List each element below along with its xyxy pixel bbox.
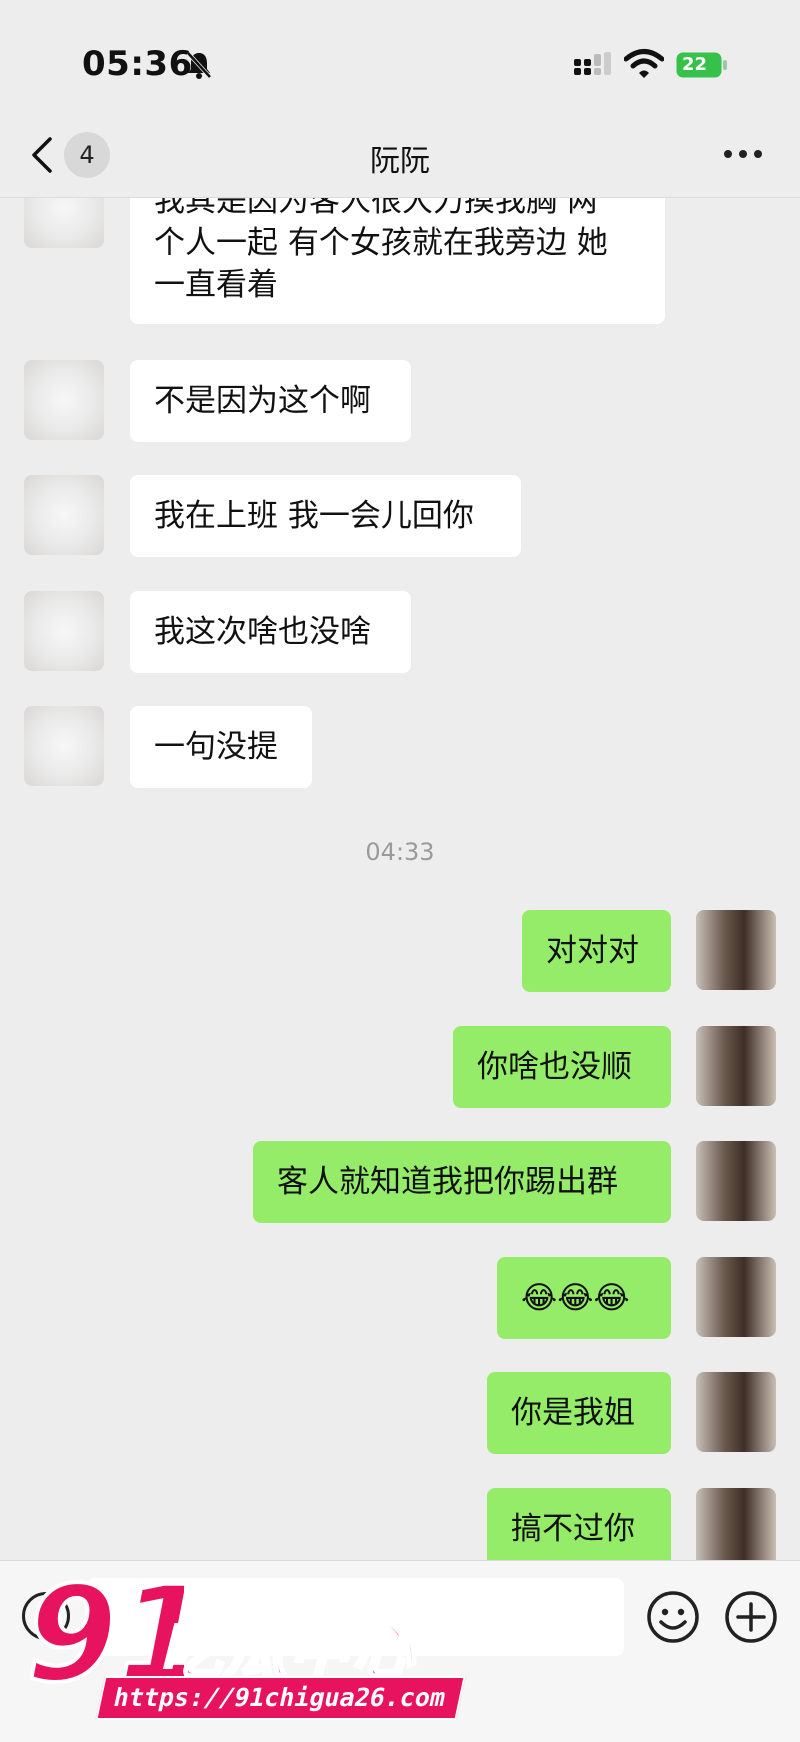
plus-icon[interactable] (724, 1590, 778, 1644)
chat-title: 阮阮 (370, 144, 430, 179)
signal-icon (574, 52, 611, 75)
more-options-icon[interactable] (724, 150, 764, 162)
message-timestamp: 04:33 (365, 838, 435, 866)
contact-avatar[interactable] (24, 706, 104, 786)
user-avatar[interactable] (696, 910, 776, 990)
user-avatar[interactable] (696, 1026, 776, 1106)
wifi-icon (624, 49, 664, 78)
message-bubble-incoming[interactable]: 不是因为这个啊 (130, 360, 411, 442)
bell-off-icon (186, 51, 212, 79)
message-bubble-incoming[interactable]: 我这次啥也没啥 (130, 591, 411, 673)
emoji-icon[interactable] (646, 1590, 700, 1644)
message-bubble-incoming[interactable]: 我其是因为客人很大力摸我胸 两 个人一起 有个女孩就在我旁边 她 一直看着 (130, 198, 665, 324)
message-bubble-outgoing[interactable]: 客人就知道我把你踢出群 (253, 1141, 671, 1223)
status-time: 05:36 (82, 44, 193, 84)
watermark-url: https://91chigua26.com (95, 1676, 466, 1720)
message-bubble-outgoing[interactable]: 你是我姐 (487, 1372, 671, 1454)
message-bubble-outgoing[interactable]: 对对对 (522, 910, 671, 992)
battery-level: 22 (682, 54, 708, 75)
message-bubble-incoming[interactable]: 一句没提 (130, 706, 312, 788)
user-avatar[interactable] (696, 1372, 776, 1452)
message-bubble-outgoing[interactable]: 你啥也没顺 (453, 1026, 671, 1108)
contact-avatar[interactable] (24, 591, 104, 671)
contact-avatar[interactable] (24, 475, 104, 555)
status-bar: 05:36 22 (0, 0, 800, 120)
user-avatar[interactable] (696, 1257, 776, 1337)
contact-avatar[interactable] (24, 360, 104, 440)
message-bubble-outgoing[interactable]: 搞不过你 (487, 1488, 671, 1560)
message-bubble-incoming[interactable]: 我在上班 我一会儿回你 (130, 475, 521, 557)
user-avatar[interactable] (696, 1141, 776, 1221)
message-list[interactable]: 我其是因为客人很大力摸我胸 两 个人一起 有个女孩就在我旁边 她 一直看着 不是… (0, 198, 800, 1560)
user-avatar[interactable] (696, 1488, 776, 1560)
message-bubble-outgoing[interactable]: 😂😂😂 (497, 1257, 671, 1339)
contact-avatar[interactable] (24, 198, 104, 248)
